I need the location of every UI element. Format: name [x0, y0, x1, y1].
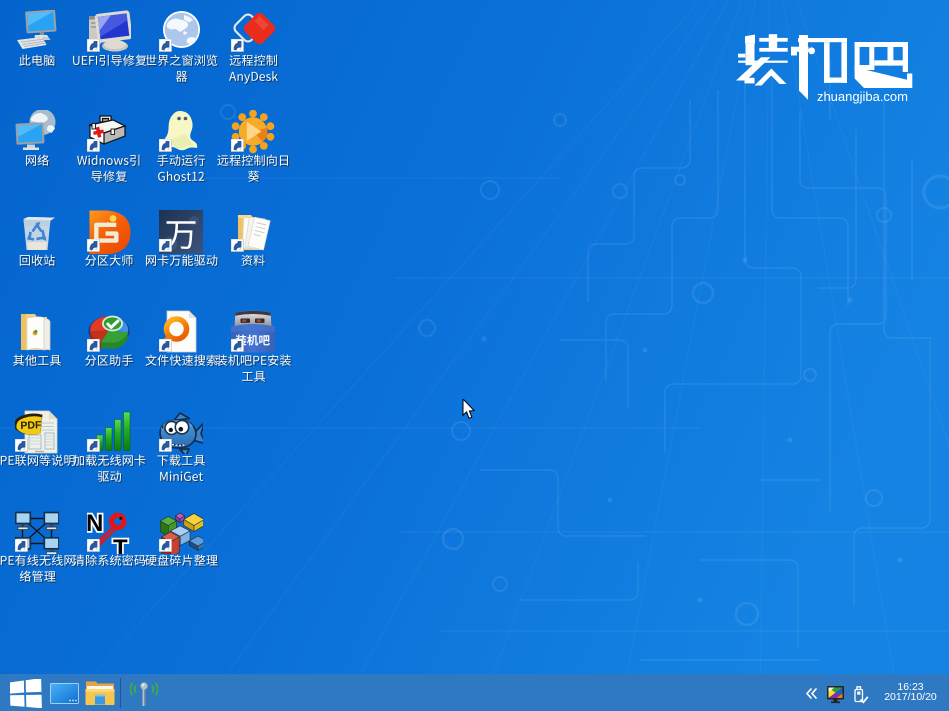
svg-text:N: N: [87, 510, 103, 537]
svg-text:PDF: PDF: [20, 419, 42, 432]
svg-text:zhuangjiba.com: zhuangjiba.com: [817, 89, 908, 104]
svg-text:T: T: [113, 535, 128, 554]
